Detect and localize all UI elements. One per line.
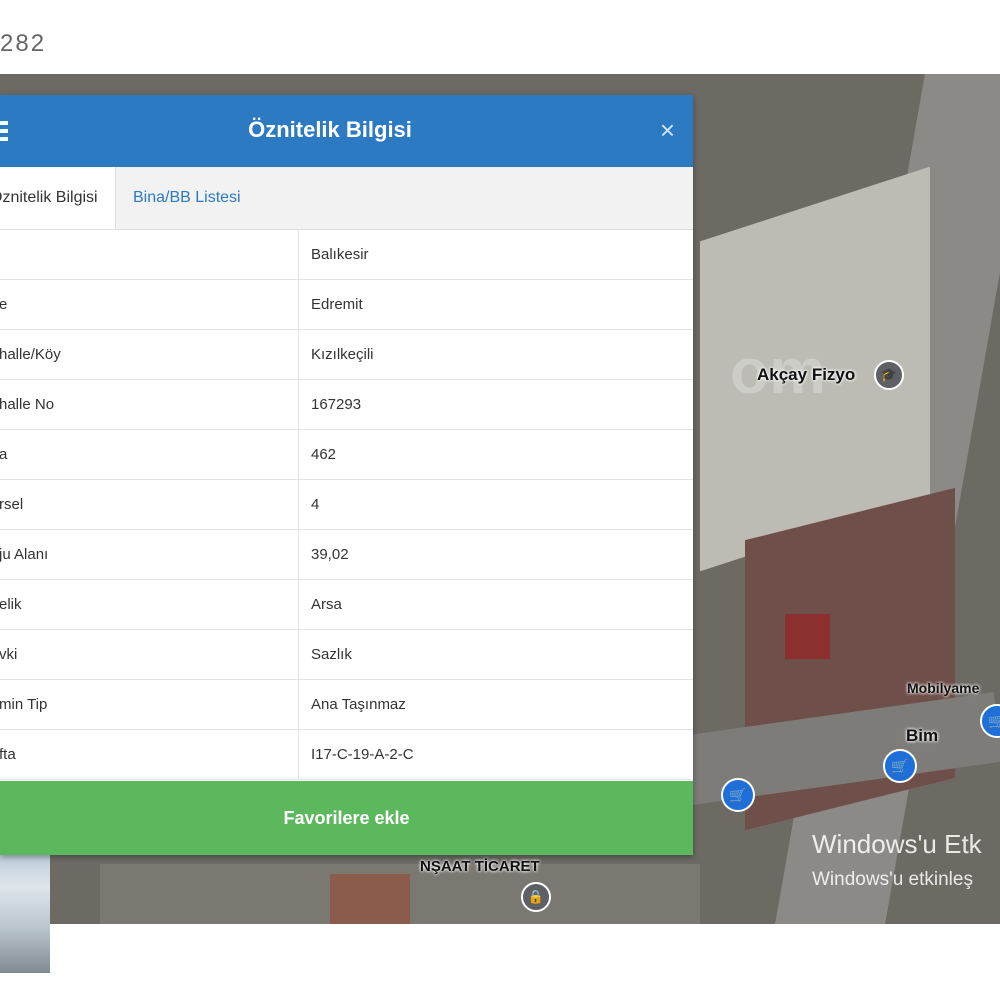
close-icon[interactable]: × — [660, 115, 675, 146]
attr-value: 167293 — [298, 379, 693, 430]
attr-key: halle/Köy — [0, 346, 61, 363]
dialog-tabs: Öznitelik Bilgisi Bina/BB Listesi — [0, 167, 693, 230]
table-row: Balıkesir — [0, 230, 693, 280]
attr-value: 39,02 — [298, 529, 693, 580]
attr-value: Edremit — [298, 279, 693, 330]
map-roof-detail — [785, 614, 830, 659]
table-row: fta I17-C-19-A-2-C — [0, 729, 693, 780]
table-row: rsel 4 — [0, 479, 693, 530]
table-row: halle No 167293 — [0, 379, 693, 430]
attr-key: rsel — [0, 496, 24, 513]
attr-key: min Tip — [0, 696, 48, 713]
map-label-insaat[interactable]: NŞAAT TİCARET — [420, 858, 540, 875]
shop-pin-icon[interactable]: 🛒 — [721, 778, 755, 812]
attr-value: Sazlık — [298, 629, 693, 680]
attribute-table: Balıkesir eEdremit halle/KöyKızılkeçili … — [0, 230, 693, 780]
table-row: eEdremit — [0, 279, 693, 330]
attr-key: e — [0, 296, 297, 313]
table-row: elik Arsa — [0, 579, 693, 630]
tab-attribute-info[interactable]: Öznitelik Bilgisi — [0, 167, 116, 229]
windows-activation-title: Windows'u Etk — [812, 829, 982, 859]
table-row: vki Sazlık — [0, 629, 693, 680]
table-row: min Tip Ana Taşınmaz — [0, 679, 693, 730]
map-label-bim[interactable]: Bim — [906, 726, 938, 746]
add-to-favorites-button[interactable]: Favorilere ekle — [0, 781, 693, 855]
attr-key: a — [0, 446, 297, 463]
attr-key: vki — [0, 646, 18, 663]
attr-value: Arsa — [298, 579, 693, 630]
dialog-header: Öznitelik Bilgisi × — [0, 95, 693, 167]
map-label-akcay[interactable]: Akçay Fizyo — [757, 365, 855, 385]
tab-building-list[interactable]: Bina/BB Listesi — [133, 167, 241, 229]
attr-value: Balıkesir — [298, 230, 693, 280]
map-building — [330, 874, 410, 924]
table-row: halle/Köy Kızılkeçili — [0, 329, 693, 380]
school-pin-icon[interactable]: 🎓 — [874, 360, 904, 390]
windows-activation-subtitle: Windows'u etkinleş — [812, 869, 973, 890]
attr-value: I17-C-19-A-2-C — [298, 729, 693, 780]
attr-value: Kızılkeçili — [298, 329, 693, 380]
page-number: 282 — [0, 30, 47, 57]
tab-label: Öznitelik Bilgisi — [0, 189, 98, 206]
attr-value: 462 — [298, 429, 693, 480]
attr-key: halle No — [0, 396, 55, 413]
table-row: a462 — [0, 429, 693, 480]
attr-key: elik — [0, 596, 22, 613]
attr-key: ju Alanı — [0, 546, 49, 563]
lock-pin-icon[interactable]: 🔒 — [521, 882, 551, 912]
attr-value: Ana Taşınmaz — [298, 679, 693, 730]
map-label-mobilya[interactable]: Mobilyame — [907, 680, 979, 696]
shop-pin-icon[interactable]: 🛒 — [883, 749, 917, 783]
attribute-dialog: Öznitelik Bilgisi × Öznitelik Bilgisi Bi… — [0, 95, 693, 855]
attr-value: 4 — [298, 479, 693, 530]
table-row: ju Alanı 39,02 — [0, 529, 693, 580]
attr-key: fta — [0, 746, 16, 763]
dialog-title: Öznitelik Bilgisi — [248, 117, 412, 142]
